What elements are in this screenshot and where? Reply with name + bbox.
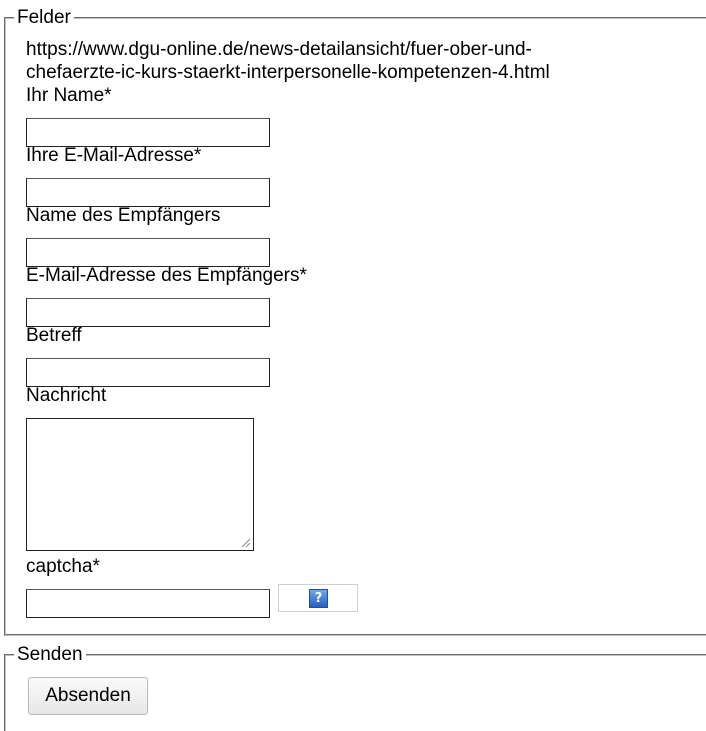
recipient-name-input[interactable] [26,238,270,267]
subject-input[interactable] [26,358,270,387]
captcha-label: captcha* [26,556,100,577]
submit-legend: Senden [17,644,83,665]
subject-label: Betreff [26,325,82,346]
message-textarea[interactable] [26,418,254,551]
recipient-email-input[interactable] [26,298,270,327]
resize-grip-icon[interactable] [240,537,251,548]
recipient-email-label: E-Mail-Adresse des Empfängers* [26,265,307,286]
fields-legend: Felder [17,7,71,28]
page-url-line-1: https://www.dgu-online.de/news-detailans… [26,39,532,60]
recipient-name-label: Name des Empfängers [26,205,221,226]
email-form-page: Felder https://www.dgu-online.de/news-de… [0,0,706,731]
message-label: Nachricht [26,385,107,406]
name-label: Ihr Name* [26,85,112,106]
help-icon[interactable]: ? [309,589,328,608]
email-input[interactable] [26,178,270,207]
name-input[interactable] [26,118,270,147]
submit-button[interactable]: Absenden [28,677,148,715]
captcha-input[interactable] [26,589,270,618]
email-label: Ihre E-Mail-Adresse* [26,145,202,166]
page-url-line-2: chefaerzte-ic-kurs-staerkt-interpersonel… [26,62,550,83]
